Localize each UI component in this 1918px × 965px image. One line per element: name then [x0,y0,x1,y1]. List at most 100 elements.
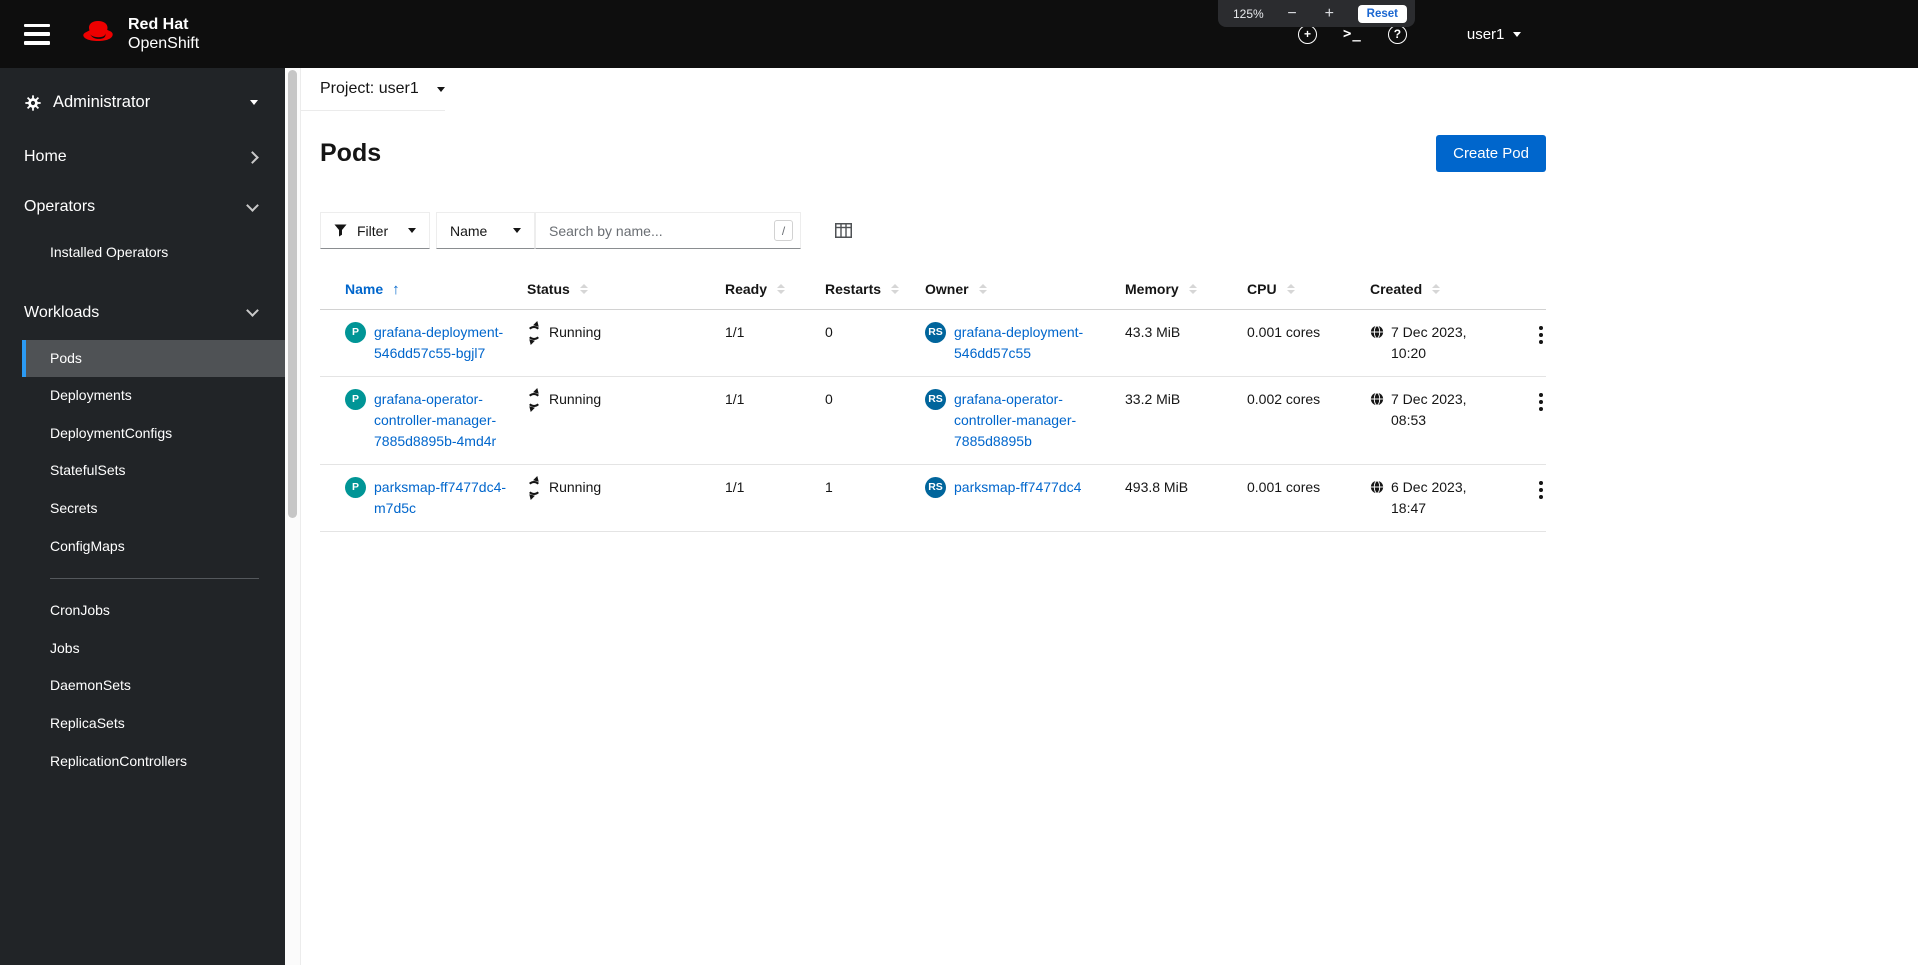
column-label: Created [1370,281,1423,297]
column-header-memory[interactable]: Memory [1125,281,1247,297]
sync-running-icon [527,325,541,340]
sidebar-item-daemonsets[interactable]: DaemonSets [22,667,285,705]
sidebar-item-replicasets[interactable]: ReplicaSets [22,705,285,743]
pod-memory-cell: 43.3 MiB [1125,324,1181,340]
sidebar-item-configmaps[interactable]: ConfigMaps [22,528,285,566]
chevron-down-icon [246,198,259,212]
sync-running-icon [527,480,541,495]
search-input[interactable] [535,212,801,249]
column-label: Restarts [825,281,882,297]
pod-link[interactable]: grafana-deployment-546dd57c55-bgjl7 [374,322,515,364]
created-text: 7 Dec 2023, 08:53 [1391,391,1467,428]
masthead: Red Hat OpenShift + >_ ? user1 [0,0,1918,68]
user-menu[interactable]: user1 [1467,26,1522,43]
pod-ready-cell: 1/1 [725,391,745,407]
sidebar-item-deployments[interactable]: Deployments [22,377,285,415]
column-header-cpu[interactable]: CPU [1247,281,1370,297]
column-header-owner[interactable]: Owner [925,281,1125,297]
sidebar-item-operators[interactable]: Operators [0,182,285,232]
column-header-created[interactable]: Created [1370,281,1510,297]
sidebar: Administrator Home Operators Installed O… [0,68,285,965]
question-circle-icon: ? [1387,24,1407,44]
create-pod-button[interactable]: Create Pod [1436,135,1546,172]
sort-icon [978,284,987,294]
sidebar-divider [50,578,259,580]
project-selector[interactable]: Project: user1 [301,68,445,111]
hamburger-bar [24,23,50,27]
pod-restarts-cell: 0 [825,391,833,407]
pod-created-cell: 7 Dec 2023, 08:53 [1370,389,1510,431]
sidebar-item-deploymentconfigs[interactable]: DeploymentConfigs [22,415,285,453]
zoom-in-button[interactable]: + [1320,5,1338,22]
filter-icon [334,224,347,237]
brand-line2: OpenShift [128,35,200,52]
sidebar-item-secrets[interactable]: Secrets [22,490,285,528]
column-label: CPU [1247,281,1277,297]
kebab-menu-button[interactable] [1538,322,1543,344]
gear-icon [25,94,41,111]
nav-toggle-button[interactable] [24,23,50,45]
sidebar-item-pods[interactable]: Pods [22,339,285,378]
table-row: P grafana-deployment-546dd57c55-bgjl7 Ru… [320,310,1546,377]
web-terminal-button[interactable]: >_ [1343,26,1362,42]
manage-columns-button[interactable] [835,223,852,238]
perspective-label: Administrator [53,93,151,111]
column-header-status[interactable]: Status [527,281,725,297]
sidebar-item-statefulsets[interactable]: StatefulSets [22,452,285,490]
status-text: Running [549,324,602,340]
pod-owner-cell: RS parksmap-ff7477dc4 [925,477,1125,498]
sort-ascending-icon: ↑ [392,280,400,298]
column-label: Owner [925,281,969,297]
sidebar-scrollbar-thumb[interactable] [288,70,297,518]
owner-link[interactable]: grafana-operator-controller-manager-7885… [954,389,1113,452]
pod-link[interactable]: grafana-operator-controller-manager-7885… [374,389,515,452]
chevron-right-icon [246,150,259,164]
pod-badge: P [345,477,366,498]
hamburger-bar [24,41,50,45]
zoom-reset-button[interactable]: Reset [1357,4,1407,23]
sidebar-item-home[interactable]: Home [0,132,285,182]
operators-sublist-wrap: Installed Operators [0,234,285,272]
help-button[interactable]: ? [1387,24,1407,44]
sidebar-item-jobs[interactable]: Jobs [22,630,285,668]
kebab-menu-button[interactable] [1538,389,1543,411]
brand-line1: Red Hat [128,15,189,33]
pod-badge: P [345,322,366,343]
redhat-fedora-icon [83,21,113,41]
workloads-sublist-wrap: Pods Deployments DeploymentConfigs State… [0,339,285,781]
sidebar-item-cronjobs[interactable]: CronJobs [22,592,285,630]
search-attribute-dropdown[interactable]: Name [436,212,535,249]
filter-dropdown[interactable]: Filter [320,212,430,249]
chevron-down-icon [436,86,445,92]
column-header-restarts[interactable]: Restarts [825,281,925,297]
sidebar-nav: Home Operators Installed Operators Workl… [0,132,285,780]
sidebar-item-installed-operators[interactable]: Installed Operators [22,234,285,272]
zoom-out-button[interactable]: − [1283,5,1301,22]
sidebar-item-workloads[interactable]: Workloads [0,288,285,338]
sort-icon [777,284,786,294]
kebab-menu-button[interactable] [1538,477,1543,499]
sidebar-section-label: Operators [24,198,96,215]
pod-status-cell: Running [527,322,725,343]
quick-add-button[interactable]: + [1298,24,1317,44]
pod-name-cell: P grafana-operator-controller-manager-78… [345,389,527,452]
column-header-name[interactable]: Name ↑ [345,281,527,298]
hamburger-bar [24,32,50,36]
globe-icon [1370,480,1384,494]
pod-link[interactable]: parksmap-ff7477dc4-m7d5c [374,477,515,519]
chevron-down-icon [250,100,258,105]
globe-icon [1370,325,1384,339]
project-selector-label: Project: user1 [320,80,419,97]
owner-link[interactable]: grafana-deployment-546dd57c55 [954,322,1113,364]
owner-link[interactable]: parksmap-ff7477dc4 [954,477,1081,498]
column-label: Ready [725,281,768,297]
status-text: Running [549,479,602,495]
plus-circle-icon: + [1298,24,1317,44]
slash-shortcut-hint: / [774,220,793,241]
search-box: / [535,212,801,249]
columns-icon [835,223,852,238]
sidebar-item-replicationcontrollers[interactable]: ReplicationControllers [22,743,285,781]
chevron-down-icon [246,304,259,317]
column-header-ready[interactable]: Ready [725,281,825,297]
perspective-switcher[interactable]: Administrator [0,68,285,132]
